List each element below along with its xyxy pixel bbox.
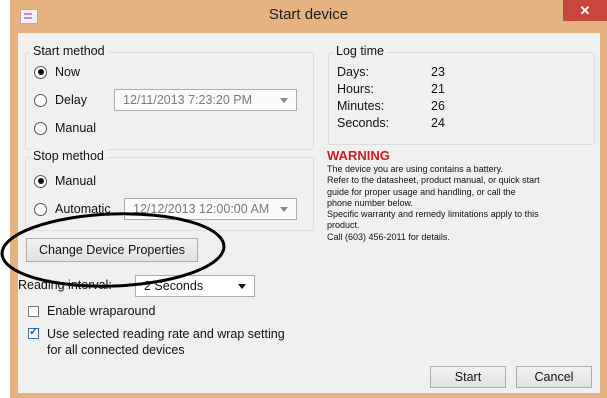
annotation-ellipse-shape — [0, 212, 226, 288]
annotation-ellipse — [0, 212, 226, 288]
